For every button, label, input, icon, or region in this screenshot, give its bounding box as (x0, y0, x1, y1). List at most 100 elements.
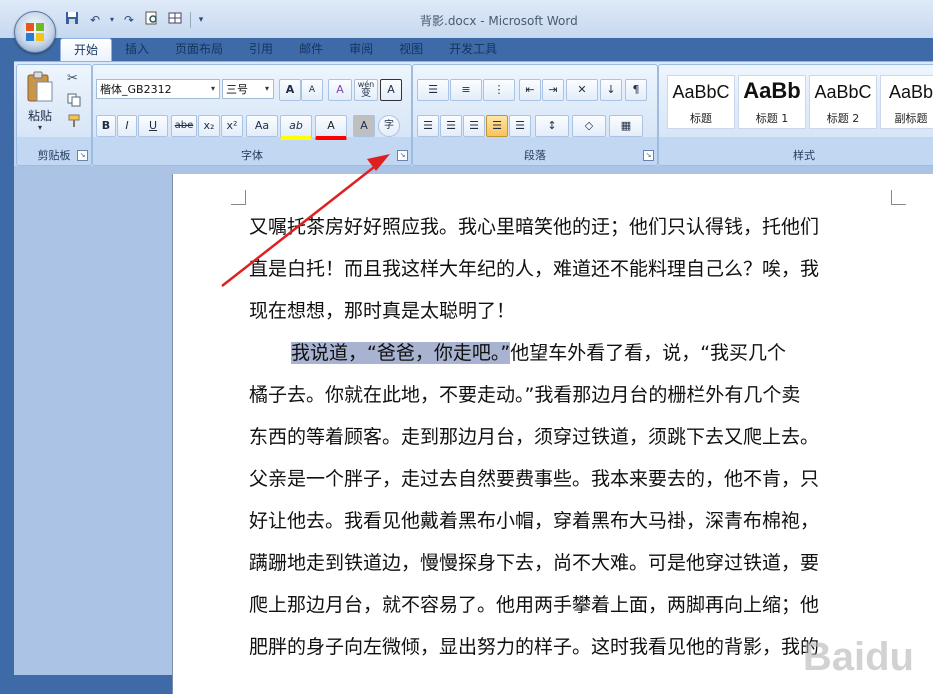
text-line: 他望车外看了看，说，“我买几个 (510, 342, 787, 364)
char-shading-button[interactable]: A (353, 115, 375, 137)
increase-indent-button[interactable]: ⇥ (542, 79, 564, 101)
superscript-button[interactable]: x² (221, 115, 243, 137)
styles-group-label: 样式 (793, 149, 815, 162)
align-center-button[interactable]: ☰ (440, 115, 462, 137)
text-line: 蹒跚地走到铁道边，慢慢探身下去，尚不大难。可是他穿过铁道，要 (249, 552, 820, 574)
quick-access-toolbar: ↶ ▾ ↷ ▾ (62, 11, 206, 31)
decrease-indent-button[interactable]: ⇤ (519, 79, 541, 101)
font-name-dropdown-icon[interactable]: ▾ (207, 80, 219, 98)
tab-insert[interactable]: 插入 (112, 38, 162, 61)
text-line: 现在想想，那时真是太聪明了！ (249, 300, 516, 322)
font-color-button[interactable]: A (315, 115, 347, 140)
customize-qat-icon[interactable]: ▾ (196, 11, 206, 29)
text-line: 橘子去。你就在此地，不要走动。”我看那边月台的栅栏外有几个卖 (249, 384, 801, 406)
text-line: 东西的等着顾客。走到那边月台，须穿过铁道，须跳下去又爬上去。 (249, 426, 820, 448)
align-right-button[interactable]: ☰ (463, 115, 485, 137)
font-name-combo[interactable]: 楷体_GB2312 ▾ (96, 79, 220, 99)
crop-mark-top-left (231, 190, 246, 205)
paste-label: 粘贴 (27, 109, 52, 123)
char-border-button[interactable]: A (380, 79, 402, 101)
font-group-label: 字体 (241, 149, 263, 162)
save-icon[interactable] (62, 11, 82, 29)
change-case-button[interactable]: Aa (246, 115, 278, 137)
borders-button[interactable]: ▦ (609, 115, 643, 137)
watermark: Baidu (802, 635, 914, 679)
align-left-button[interactable]: ☰ (417, 115, 439, 137)
tab-developer[interactable]: 开发工具 (436, 38, 510, 61)
underline-button[interactable]: U (138, 115, 168, 137)
distributed-button[interactable]: ☰ (509, 115, 531, 137)
clipboard-dialog-launcher[interactable]: ↘ (77, 150, 88, 161)
style-heading-2-name: 标题 2 (826, 112, 860, 125)
qat-separator (190, 12, 191, 28)
style-subtitle[interactable]: AaBb 副标题 (880, 75, 933, 129)
tab-view[interactable]: 视图 (386, 38, 436, 61)
italic-button[interactable]: I (117, 115, 137, 137)
phonetic-guide-button[interactable]: wén 变 (354, 79, 378, 101)
subscript-button[interactable]: x₂ (198, 115, 220, 137)
font-size-value: 三号 (226, 83, 248, 96)
numbering-button[interactable]: ≡ (450, 79, 482, 101)
paragraph-dialog-launcher[interactable]: ↘ (643, 150, 654, 161)
text-line: 父亲是一个胖子，走过去自然要费事些。我本来要去的，他不肯，只 (249, 468, 820, 490)
style-heading-1[interactable]: AaBb 标题 1 (738, 75, 806, 129)
tab-page-layout[interactable]: 页面布局 (162, 38, 236, 61)
paste-button[interactable]: 粘贴 ▾ (23, 69, 57, 137)
tab-references[interactable]: 引用 (236, 38, 286, 61)
paste-dropdown-icon[interactable]: ▾ (23, 123, 57, 132)
multilevel-list-button[interactable]: ⋮ (483, 79, 515, 101)
style-title[interactable]: AaBbC 标题 (667, 75, 735, 129)
style-heading-1-name: 标题 1 (755, 112, 789, 125)
chinese-layout-button[interactable]: ✕ (566, 79, 598, 101)
strikethrough-button[interactable]: abe (171, 115, 197, 137)
crop-mark-top-right (891, 190, 906, 205)
phonetic-bottom-label: 变 (361, 88, 371, 99)
paragraph-group: ☰ ≡ ⋮ ⇤ ⇥ ✕ ↓ ¶ ☰ ☰ ☰ ☰ ☰ ↕ ◇ ▦ 段落 ↘ (412, 64, 658, 166)
redo-icon[interactable]: ↷ (119, 11, 139, 29)
paste-icon (27, 71, 53, 102)
font-name-value: 楷体_GB2312 (100, 83, 172, 96)
selected-text[interactable]: 我说道，“爸爸，你走吧。” (291, 342, 511, 364)
font-dialog-launcher[interactable]: ↘ (397, 150, 408, 161)
shrink-font-button[interactable]: A (301, 79, 323, 101)
clear-format-button[interactable]: A (328, 79, 352, 101)
print-preview-icon[interactable] (142, 11, 162, 29)
text-line: 肥胖的身子向左微倾，显出努力的样子。这时我看见他的背影，我的 (249, 636, 820, 658)
style-subtitle-sample: AaBb (888, 82, 933, 102)
draw-table-icon[interactable] (165, 11, 185, 29)
cut-icon[interactable]: ✂ (67, 71, 78, 86)
bold-button[interactable]: B (96, 115, 116, 137)
style-heading-2-sample: AaBbC (814, 82, 872, 102)
font-size-dropdown-icon[interactable]: ▾ (261, 80, 273, 98)
justify-button[interactable]: ☰ (486, 115, 508, 137)
text-line: 直是白托！而且我这样大年纪的人，难道还不能料理自己么？唉，我 (249, 258, 820, 280)
ribbon: 粘贴 ▾ ✂ 剪贴板 ↘ 楷体_GB2312 ▾ 三号 ▾ A A A wén … (14, 61, 933, 167)
highlight-button[interactable]: ab (280, 115, 312, 140)
font-size-combo[interactable]: 三号 ▾ (222, 79, 274, 99)
office-button[interactable] (14, 11, 56, 53)
shading-button[interactable]: ◇ (572, 115, 606, 137)
tab-review[interactable]: 审阅 (336, 38, 386, 61)
format-painter-icon[interactable] (67, 113, 81, 132)
undo-icon[interactable]: ↶ (85, 11, 105, 29)
tab-mailings[interactable]: 邮件 (286, 38, 336, 61)
line-spacing-button[interactable]: ↕ (535, 115, 569, 137)
paragraph-2: 我说道，“爸爸，你走吧。”他望车外看了看，说，“我买几个 橘子去。你就在此地，不… (249, 332, 899, 668)
clipboard-group: 粘贴 ▾ ✂ 剪贴板 ↘ (16, 64, 92, 166)
copy-icon[interactable] (67, 92, 81, 111)
style-heading-1-sample: AaBb (743, 78, 801, 103)
undo-dropdown-icon[interactable]: ▾ (108, 11, 116, 29)
document-page[interactable]: 又嘱托茶房好好照应我。我心里暗笑他的迂；他们只认得钱，托他们 直是白托！而且我这… (172, 174, 933, 694)
enclose-char-button[interactable]: 字 (378, 115, 400, 137)
document-area: 又嘱托茶房好好照应我。我心里暗笑他的迂；他们只认得钱，托他们 直是白托！而且我这… (14, 166, 933, 694)
office-logo-icon (26, 23, 44, 41)
show-marks-button[interactable]: ¶ (625, 79, 647, 101)
style-heading-2[interactable]: AaBbC 标题 2 (809, 75, 877, 129)
sort-button[interactable]: ↓ (600, 79, 622, 101)
paragraph-group-label: 段落 (524, 149, 546, 162)
text-line: 又嘱托茶房好好照应我。我心里暗笑他的迂；他们只认得钱，托他们 (249, 216, 820, 238)
bullets-button[interactable]: ☰ (417, 79, 449, 101)
tab-home[interactable]: 开始 (60, 38, 113, 62)
grow-font-button[interactable]: A (279, 79, 301, 101)
window-title: 背影.docx - Microsoft Word (420, 14, 578, 28)
